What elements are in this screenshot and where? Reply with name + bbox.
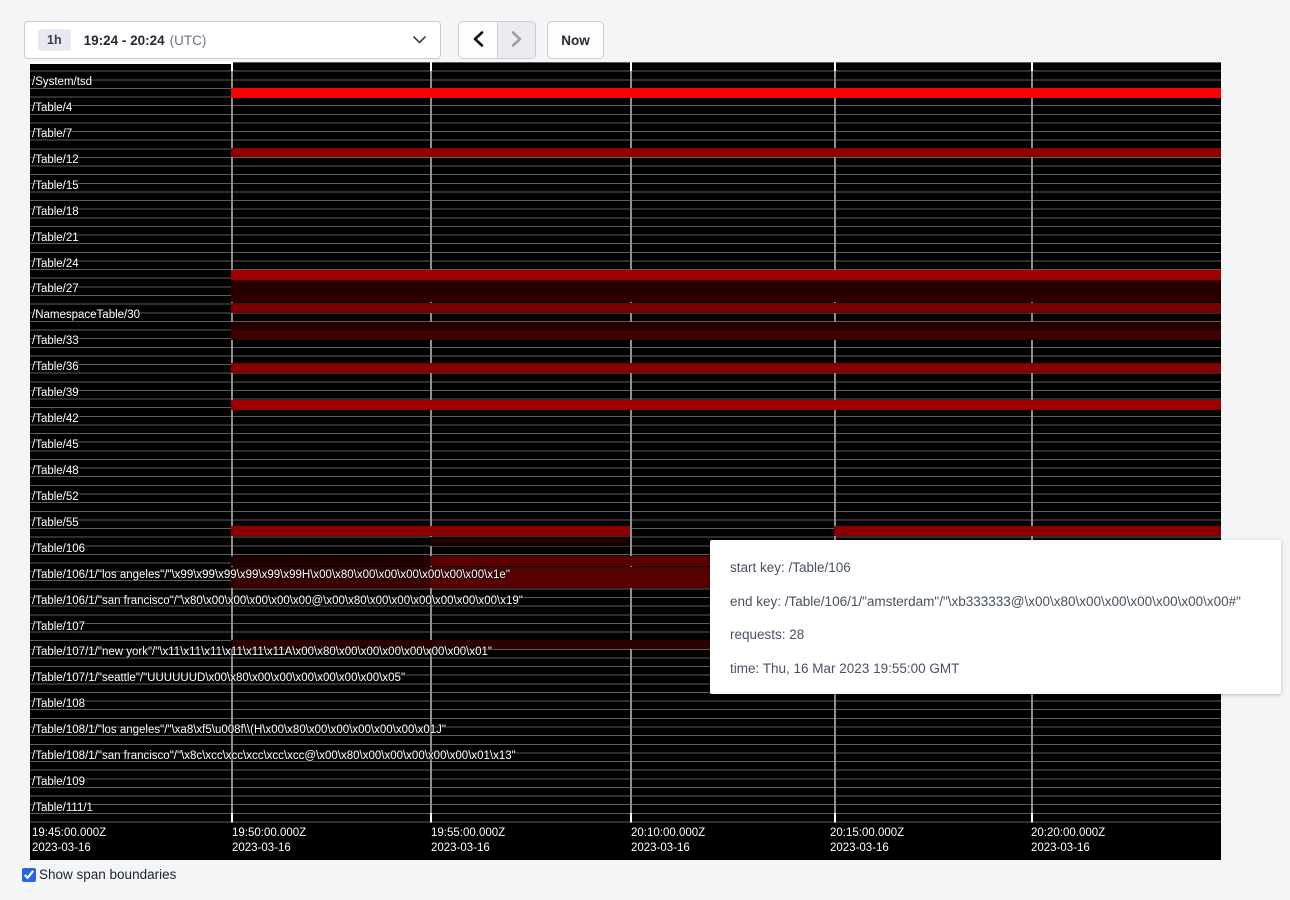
row-label: /Table/108/1/"los angeles"/"\xa8\xf5\u00…	[32, 724, 446, 736]
row-label: /Table/45	[32, 439, 79, 451]
tooltip-time: time: Thu, 16 Mar 2023 19:55:00 GMT	[730, 652, 1261, 686]
time-range-dropdown[interactable]: 1h 19:24 - 20:24 (UTC)	[24, 21, 441, 59]
axis-time: 20:15:00.000Z	[830, 826, 904, 841]
span-boundary-tick	[430, 62, 432, 71]
row-label: /Table/27	[32, 283, 79, 295]
heat-band	[231, 400, 1221, 410]
axis-time: 20:20:00.000Z	[1031, 826, 1105, 841]
footer: Show span boundaries	[22, 867, 176, 882]
row-label: /Table/12	[32, 154, 79, 166]
column-gridline	[231, 62, 233, 823]
x-axis-label: 19:55:00.000Z2023-03-16	[431, 826, 505, 855]
axis-date: 2023-03-16	[431, 841, 505, 856]
column-gridline	[430, 62, 432, 823]
tooltip-start-key: start key: /Table/106	[730, 551, 1261, 585]
row-label: /Table/107/1/"new york"/"\x11\x11\x11\x1…	[32, 646, 492, 658]
heat-band	[231, 330, 1221, 340]
axis-date: 2023-03-16	[631, 841, 705, 856]
row-label: /Table/4	[32, 102, 72, 114]
x-axis-label: 19:50:00.000Z2023-03-16	[232, 826, 306, 855]
axis-date: 2023-03-16	[830, 841, 904, 856]
span-boundary-tick	[231, 813, 233, 822]
row-label: /Table/106	[32, 543, 85, 555]
column-gridline	[1031, 62, 1033, 823]
chevron-right-icon	[511, 31, 522, 50]
show-span-boundaries-label[interactable]: Show span boundaries	[39, 867, 176, 882]
row-label: /Table/21	[32, 232, 79, 244]
axis-time: 19:50:00.000Z	[232, 826, 306, 841]
row-label: /Table/36	[32, 361, 79, 373]
row-label: /Table/106/1/"san francisco"/"\x80\x00\x…	[32, 595, 523, 607]
heat-band	[231, 363, 1221, 373]
row-label: /System/tsd	[32, 76, 92, 88]
row-label: /Table/48	[32, 465, 79, 477]
x-axis-label: 19:45:00.000Z2023-03-16	[32, 826, 106, 855]
time-nav-button-group	[458, 21, 536, 59]
row-label: /Table/33	[32, 335, 79, 347]
row-label: /Table/39	[32, 387, 79, 399]
row-label: /Table/109	[32, 776, 85, 788]
timezone-label: (UTC)	[170, 33, 207, 48]
horizontal-gridlines	[30, 62, 1221, 823]
chevron-down-icon	[413, 36, 426, 44]
row-label: /NamespaceTable/30	[32, 309, 140, 321]
span-boundary-tick	[1031, 62, 1033, 71]
toolbar: 1h 19:24 - 20:24 (UTC) Now	[24, 21, 604, 59]
tooltip-requests: requests: 28	[730, 618, 1261, 652]
axis-date: 2023-03-16	[32, 841, 106, 856]
heat-band	[231, 88, 1221, 98]
span-boundary-tick	[630, 62, 632, 71]
row-label: /Table/55	[32, 517, 79, 529]
row-label: /Table/107	[32, 621, 85, 633]
row-label: /Table/7	[32, 128, 72, 140]
axis-time: 19:45:00.000Z	[32, 826, 106, 841]
span-boundary-tick	[834, 813, 836, 822]
span-boundary-line	[30, 62, 231, 64]
span-boundary-tick	[430, 813, 432, 822]
x-axis-label: 20:15:00.000Z2023-03-16	[830, 826, 904, 855]
row-label: /Table/108/1/"san francisco"/"\x8c\xcc\x…	[32, 750, 516, 762]
span-boundary-tick	[1031, 813, 1033, 822]
row-label: /Table/111/1	[32, 802, 93, 814]
range-tooltip: start key: /Table/106 end key: /Table/10…	[710, 540, 1281, 694]
tooltip-end-key: end key: /Table/106/1/"amsterdam"/"\xb33…	[730, 585, 1261, 619]
time-window-badge: 1h	[38, 29, 71, 51]
show-span-boundaries-checkbox[interactable]	[22, 868, 36, 882]
row-label: /Table/15	[32, 180, 79, 192]
heat-band	[231, 148, 1221, 157]
span-boundary-tick	[630, 813, 632, 822]
heat-band	[231, 280, 1221, 302]
heat-band	[430, 537, 630, 546]
row-label: /Table/18	[32, 206, 79, 218]
axis-date: 2023-03-16	[232, 841, 306, 856]
prev-time-button[interactable]	[459, 22, 497, 58]
span-boundary-tick	[834, 62, 836, 71]
span-boundary-tick	[231, 62, 233, 71]
axis-time: 20:10:00.000Z	[631, 826, 705, 841]
column-gridline	[630, 62, 632, 823]
heat-band	[231, 270, 1221, 280]
axis-time: 19:55:00.000Z	[431, 826, 505, 841]
row-label: /Table/52	[32, 491, 79, 503]
x-axis-label: 20:10:00.000Z2023-03-16	[631, 826, 705, 855]
now-button[interactable]: Now	[547, 21, 604, 59]
row-label: /Table/107/1/"seattle"/"UUUUUUD\x00\x80\…	[32, 672, 405, 684]
heat-band	[231, 526, 630, 536]
heat-band	[231, 556, 430, 566]
row-label: /Table/24	[32, 258, 79, 270]
key-visualizer-heatmap[interactable]: /System/tsd/Table/4/Table/7/Table/12/Tab…	[30, 62, 1221, 860]
next-time-button[interactable]	[497, 22, 535, 58]
row-label: /Table/108	[32, 698, 85, 710]
column-gridline	[834, 62, 836, 823]
heat-band	[231, 303, 1221, 313]
row-label: /Table/42	[32, 413, 79, 425]
chevron-left-icon	[473, 31, 484, 50]
axis-date: 2023-03-16	[1031, 841, 1105, 856]
x-axis-label: 20:20:00.000Z2023-03-16	[1031, 826, 1105, 855]
heat-band	[834, 526, 1221, 536]
row-label: /Table/106/1/"los angeles"/"\x99\x99\x99…	[32, 569, 510, 581]
time-range-label: 19:24 - 20:24	[84, 33, 165, 48]
